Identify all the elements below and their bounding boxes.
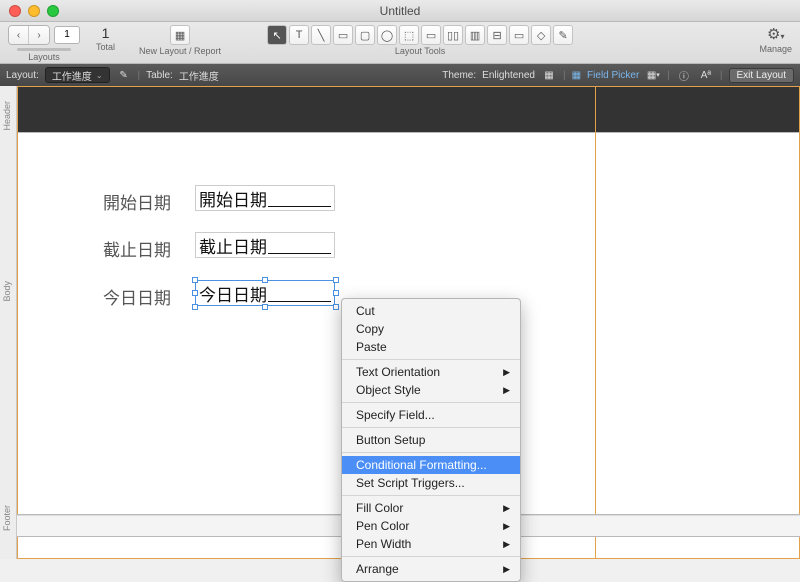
context-menu: Cut Copy Paste Text Orientation▶ Object … <box>341 298 521 582</box>
layout-tools-label: Layout Tools <box>395 46 445 56</box>
resize-handle[interactable] <box>333 277 339 283</box>
menu-copy[interactable]: Copy <box>342 320 520 338</box>
portal-tool-icon[interactable]: ⊟ <box>487 25 507 45</box>
layouts-label: Layouts <box>28 52 60 62</box>
body-ruler-label: Body <box>2 281 12 302</box>
field-end-date-text: 截止日期 <box>199 233 267 258</box>
resize-handle[interactable] <box>333 290 339 296</box>
layout-tools: ↖ T ╲ ▭ ▢ ◯ ⬚ ▭ ▯▯ ▥ ⊟ ▭ ◇ ✎ <box>267 25 573 45</box>
button-tool-icon[interactable]: ▭ <box>421 25 441 45</box>
field-start-date[interactable]: 開始日期 <box>195 185 335 211</box>
field-today-date[interactable]: 今日日期 <box>195 280 335 306</box>
chevron-down-icon: ⌄ <box>96 71 103 80</box>
resize-handle[interactable] <box>262 304 268 310</box>
field-label-start-date[interactable]: 開始日期 <box>103 189 171 214</box>
field-picker-link[interactable]: Field Picker <box>587 70 639 81</box>
aa-icon[interactable]: Aª <box>698 67 714 83</box>
popover-tool-icon[interactable]: ◇ <box>531 25 551 45</box>
submenu-arrow-icon: ▶ <box>503 367 510 378</box>
submenu-arrow-icon: ▶ <box>503 564 510 575</box>
table-value: 工作進度 <box>179 68 219 83</box>
info-icon[interactable]: ⓘ <box>676 67 692 83</box>
workspace: Header Body Footer 開始日期 開始日期 截止日期 截止日期 今… <box>0 86 800 559</box>
text-tool-icon[interactable]: T <box>289 25 309 45</box>
theme-label: Theme: <box>442 70 476 81</box>
submenu-arrow-icon: ▶ <box>503 385 510 396</box>
field-label-end-date[interactable]: 截止日期 <box>103 236 171 261</box>
line-tool-icon[interactable]: ╲ <box>311 25 331 45</box>
submenu-arrow-icon: ▶ <box>503 503 510 514</box>
layout-selector[interactable]: 工作進度 ⌄ <box>45 67 110 83</box>
total-count: 1 <box>102 25 110 41</box>
zoom-icon[interactable] <box>47 5 59 17</box>
field-end-date[interactable]: 截止日期 <box>195 232 335 258</box>
field-label-today-date[interactable]: 今日日期 <box>103 284 171 309</box>
resize-handle[interactable] <box>333 304 339 310</box>
layout-canvas[interactable]: 開始日期 開始日期 截止日期 截止日期 今日日期 今日日期 Cut Copy P… <box>17 86 800 559</box>
pointer-tool-icon[interactable]: ↖ <box>267 25 287 45</box>
resize-handle[interactable] <box>192 277 198 283</box>
resize-handle[interactable] <box>192 290 198 296</box>
table-label: Table: <box>146 70 173 81</box>
footer-ruler-label: Footer <box>2 505 12 531</box>
layout-header-part <box>17 86 800 132</box>
layout-value: 工作進度 <box>52 68 92 83</box>
total-label: Total <box>96 42 115 52</box>
menu-conditional-formatting[interactable]: Conditional Formatting... <box>342 456 520 474</box>
menu-cut[interactable]: Cut <box>342 302 520 320</box>
menu-specify-field[interactable]: Specify Field... <box>342 406 520 424</box>
next-layout-button[interactable]: › <box>29 26 49 44</box>
field-start-date-text: 開始日期 <box>199 186 267 211</box>
oval-tool-icon[interactable]: ◯ <box>377 25 397 45</box>
field-tool-icon[interactable]: ⬚ <box>399 25 419 45</box>
submenu-arrow-icon: ▶ <box>503 539 510 550</box>
minimize-icon[interactable] <box>28 5 40 17</box>
edit-layout-icon[interactable]: ✎ <box>116 67 132 83</box>
menu-object-style[interactable]: Object Style▶ <box>342 381 520 399</box>
theme-value: Enlightened <box>482 70 535 81</box>
new-layout-label: New Layout / Report <box>139 46 221 56</box>
manage-gear-icon[interactable]: ⚙︎▾ <box>767 25 784 43</box>
roundrect-tool-icon[interactable]: ▢ <box>355 25 375 45</box>
tab-tool-icon[interactable]: ▯▯ <box>443 25 463 45</box>
resize-handle[interactable] <box>262 277 268 283</box>
menu-paste[interactable]: Paste <box>342 338 520 356</box>
field-picker-icon: ▦ <box>572 70 581 81</box>
manage-label: Manage <box>759 44 792 54</box>
layout-label: Layout: <box>6 70 39 81</box>
menu-fill-color[interactable]: Fill Color▶ <box>342 499 520 517</box>
menu-text-orientation[interactable]: Text Orientation▶ <box>342 363 520 381</box>
menu-button-setup[interactable]: Button Setup <box>342 431 520 449</box>
window-titlebar: Untitled <box>0 0 800 22</box>
window-title: Untitled <box>0 4 800 18</box>
header-ruler-label: Header <box>2 101 12 131</box>
submenu-arrow-icon: ▶ <box>503 521 510 532</box>
menu-set-script-triggers[interactable]: Set Script Triggers... <box>342 474 520 492</box>
resize-handle[interactable] <box>192 304 198 310</box>
menu-pen-width[interactable]: Pen Width▶ <box>342 535 520 553</box>
close-icon[interactable] <box>9 5 21 17</box>
exit-layout-button[interactable]: Exit Layout <box>729 68 794 83</box>
inspector-icon[interactable]: ▦▾ <box>645 67 661 83</box>
prev-layout-button[interactable]: ‹ <box>9 26 29 44</box>
chart-tool-icon[interactable]: ▥ <box>465 25 485 45</box>
webviewer-tool-icon[interactable]: ▭ <box>509 25 529 45</box>
format-painter-icon[interactable]: ✎ <box>553 25 573 45</box>
menu-arrange[interactable]: Arrange▶ <box>342 560 520 578</box>
layout-index[interactable]: 1 <box>54 26 80 44</box>
toolbar: ‹ › 1 Layouts 1 Total ▦ New Layout / Rep… <box>0 22 800 64</box>
vertical-ruler: Header Body Footer <box>0 86 17 559</box>
theme-picker-icon[interactable]: ▦ <box>541 67 557 83</box>
rect-tool-icon[interactable]: ▭ <box>333 25 353 45</box>
menu-pen-color[interactable]: Pen Color▶ <box>342 517 520 535</box>
new-layout-button[interactable]: ▦ <box>170 25 190 45</box>
field-today-date-text: 今日日期 <box>199 281 267 306</box>
layout-slider[interactable] <box>17 48 71 51</box>
layout-bar: Layout: 工作進度 ⌄ ✎ | Table: 工作進度 Theme: En… <box>0 64 800 86</box>
